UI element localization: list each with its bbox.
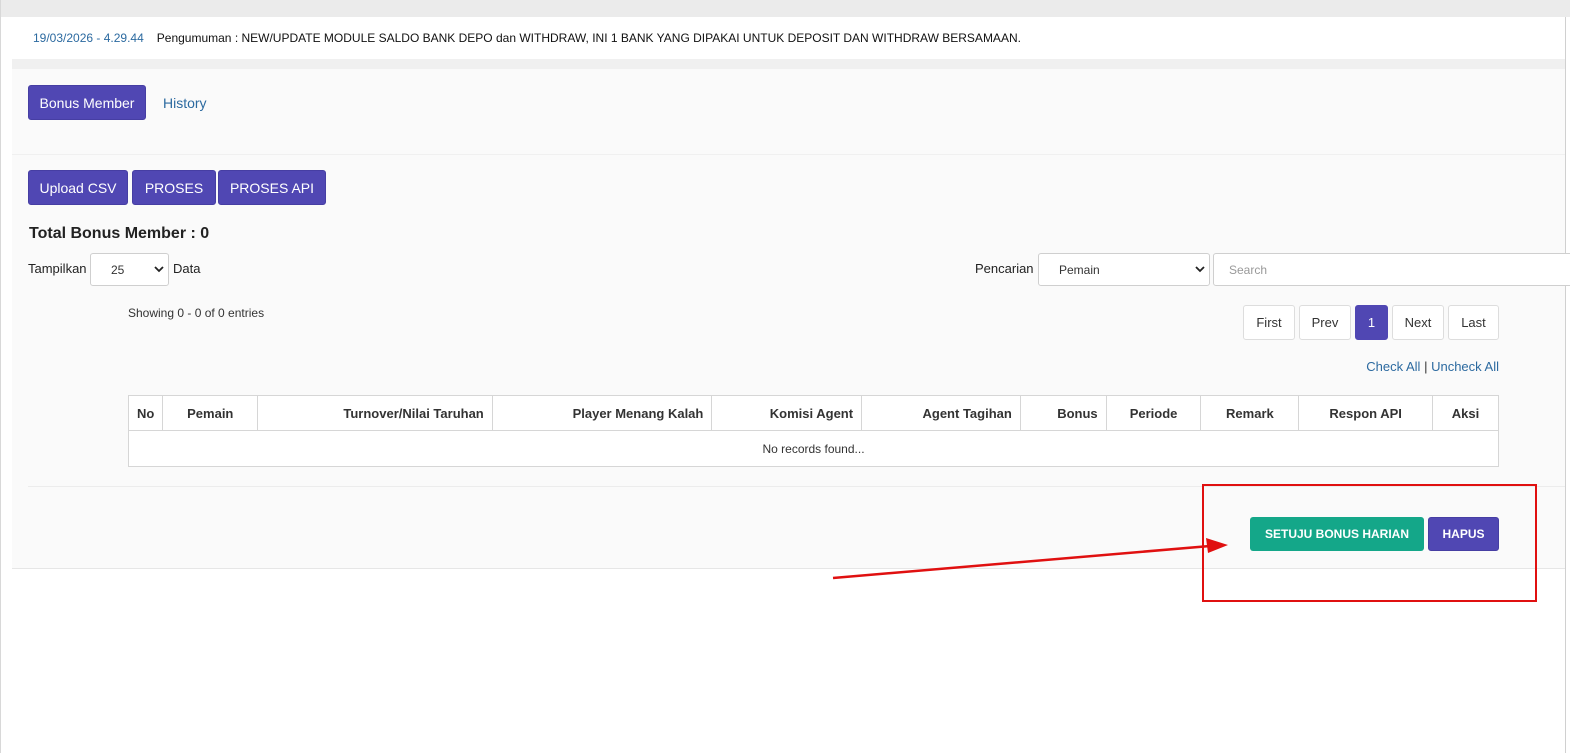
column-header-no: No (127, 395, 164, 431)
entries-info: Showing 0 - 0 of 0 entries (128, 306, 265, 320)
table-header-row: No Pemain Turnover/Nilai Taruhan Player … (127, 395, 1499, 431)
column-header-komisi-agent: Komisi Agent (711, 395, 863, 431)
section-gap (12, 59, 1565, 69)
tab-history[interactable]: History (163, 95, 207, 111)
column-header-bonus: Bonus (1019, 395, 1107, 431)
page-length-select[interactable]: 25 (90, 253, 169, 286)
column-header-agent-tagihan: Agent Tagihan (861, 395, 1021, 431)
column-header-menang-kalah: Player Menang Kalah (491, 395, 713, 431)
pagination-first[interactable]: First (1243, 305, 1295, 340)
check-all-link[interactable]: Check All (1366, 359, 1420, 374)
column-header-respon-api: Respon API (1298, 395, 1434, 431)
annotation-highlight-box (1202, 484, 1537, 602)
proses-api-button[interactable]: PROSES API (218, 170, 326, 205)
search-field-select[interactable]: Pemain (1038, 253, 1210, 286)
announcement-message: Pengumuman : NEW/UPDATE MODULE SALDO BAN… (156, 31, 1021, 45)
tab-bonus-member[interactable]: Bonus Member (28, 85, 146, 120)
announcement-timestamp: 19/03/2026 - 4.29.44 (33, 31, 144, 45)
upload-csv-button[interactable]: Upload CSV (28, 170, 128, 205)
check-links: Check All | Uncheck All (1366, 359, 1499, 374)
length-label-prefix: Tampilkan (28, 261, 87, 276)
column-header-turnover: Turnover/Nilai Taruhan (257, 395, 493, 431)
page-length-value: 25 (111, 262, 125, 277)
pagination-last[interactable]: Last (1448, 305, 1499, 340)
table-row: No records found... (128, 430, 1499, 467)
chevron-down-icon (1191, 266, 1209, 273)
empty-table-message: No records found... (128, 430, 1499, 467)
pagination-next[interactable]: Next (1392, 305, 1444, 340)
total-bonus-title: Total Bonus Member : 0 (29, 225, 210, 242)
announcement-bar: 19/03/2026 - 4.29.44 Pengumuman : NEW/UP… (12, 17, 1565, 59)
length-label-suffix: Data (173, 261, 201, 276)
top-strip (0, 0, 1570, 17)
right-border (1565, 17, 1566, 753)
check-links-separator: | (1424, 359, 1428, 374)
column-header-aksi: Aksi (1432, 395, 1499, 431)
bonus-table: No Pemain Turnover/Nilai Taruhan Player … (127, 395, 1499, 467)
search-label: Pencarian (975, 261, 1034, 276)
pagination-current[interactable]: 1 (1355, 305, 1388, 340)
proses-button[interactable]: PROSES (132, 170, 216, 205)
uncheck-all-link[interactable]: Uncheck All (1431, 359, 1499, 374)
chevron-down-icon (150, 266, 168, 273)
left-border (0, 0, 1, 753)
column-header-remark: Remark (1200, 395, 1300, 431)
search-input[interactable] (1213, 253, 1570, 286)
tab-bar: Bonus Member History (12, 69, 1565, 155)
search-field-value: Pemain (1059, 262, 1100, 277)
column-header-pemain: Pemain (162, 395, 259, 431)
column-header-periode: Periode (1105, 395, 1202, 431)
pagination-prev[interactable]: Prev (1299, 305, 1351, 340)
